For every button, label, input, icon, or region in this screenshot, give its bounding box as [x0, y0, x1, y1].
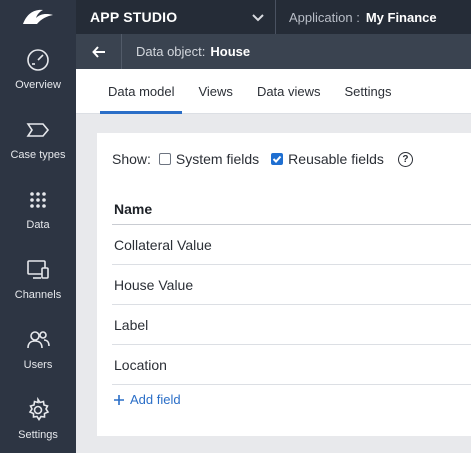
arrow-left-icon: [91, 45, 105, 58]
sidebar-item-label: Data: [26, 219, 50, 231]
application-label: Application :: [289, 9, 360, 25]
sidebar-item-settings[interactable]: Settings: [0, 384, 76, 453]
data-model-card: Show: System fields Reusable fields ? Na…: [97, 133, 471, 436]
object-title: Data object: House: [122, 44, 250, 59]
sidebar-item-data[interactable]: Data: [0, 174, 76, 244]
sidebar-item-label: Overview: [15, 79, 61, 91]
top-header: APP STUDIO Application : My Finance: [76, 0, 471, 34]
table-row[interactable]: Collateral Value: [112, 225, 471, 265]
dots-grid-icon: [30, 192, 46, 208]
table-row[interactable]: Location: [112, 345, 471, 385]
tab-views[interactable]: Views: [186, 69, 244, 114]
sidebar-item-channels[interactable]: Channels: [0, 244, 76, 314]
studio-label: APP STUDIO: [90, 9, 178, 25]
sidebar-item-label: Case types: [10, 149, 66, 161]
pega-wing-icon: [23, 9, 53, 24]
pega-logo[interactable]: [0, 0, 76, 34]
checkmark-icon: [272, 155, 282, 163]
devices-icon: [27, 260, 49, 279]
name-column-header[interactable]: Name: [114, 201, 152, 217]
application-name: My Finance: [365, 9, 437, 25]
tab-data-views[interactable]: Data views: [245, 69, 333, 114]
object-label: Data object:: [136, 44, 206, 59]
sidebar-item-users[interactable]: Users: [0, 314, 76, 384]
show-label: Show:: [112, 151, 151, 167]
back-button[interactable]: [76, 34, 122, 69]
tab-bar: Data model Views Data views Settings: [76, 69, 471, 114]
object-name: House: [210, 44, 251, 59]
reusable-fields-checkbox[interactable]: Reusable fields: [271, 151, 384, 167]
help-icon[interactable]: ?: [397, 151, 413, 167]
system-fields-checkbox[interactable]: System fields: [158, 151, 260, 167]
plus-icon: [114, 394, 124, 405]
table-row[interactable]: Label: [112, 305, 471, 345]
sidebar-item-case-types[interactable]: Case types: [0, 104, 76, 174]
studio-switcher[interactable]: APP STUDIO: [76, 0, 276, 34]
tab-data-model[interactable]: Data model: [96, 69, 186, 114]
object-header: Data object: House: [76, 34, 471, 69]
sidebar-item-label: Settings: [18, 429, 58, 441]
checkbox-unchecked[interactable]: [158, 153, 171, 165]
checkbox-checked[interactable]: [271, 153, 284, 165]
gear-icon: [28, 397, 50, 421]
add-field-button[interactable]: Add field: [113, 392, 181, 407]
dashboard-gauge-icon: [27, 49, 49, 71]
sidebar-item-overview[interactable]: Overview: [0, 34, 76, 104]
left-sidebar: Overview Case types Data Channels Users …: [0, 0, 76, 453]
application-indicator[interactable]: Application : My Finance: [276, 10, 437, 25]
reusable-fields-label: Reusable fields: [288, 151, 384, 167]
table-row[interactable]: House Value: [112, 265, 471, 305]
tab-settings[interactable]: Settings: [333, 69, 404, 114]
users-icon: [27, 331, 50, 349]
sidebar-item-label: Channels: [14, 289, 62, 301]
system-fields-label: System fields: [175, 151, 260, 167]
chevron-down-icon: [252, 14, 264, 22]
field-filter-row: Show: System fields Reusable fields ?: [112, 151, 413, 167]
sidebar-item-label: Users: [23, 359, 53, 371]
add-field-label: Add field: [130, 392, 181, 407]
case-type-tag-icon: [26, 123, 50, 137]
